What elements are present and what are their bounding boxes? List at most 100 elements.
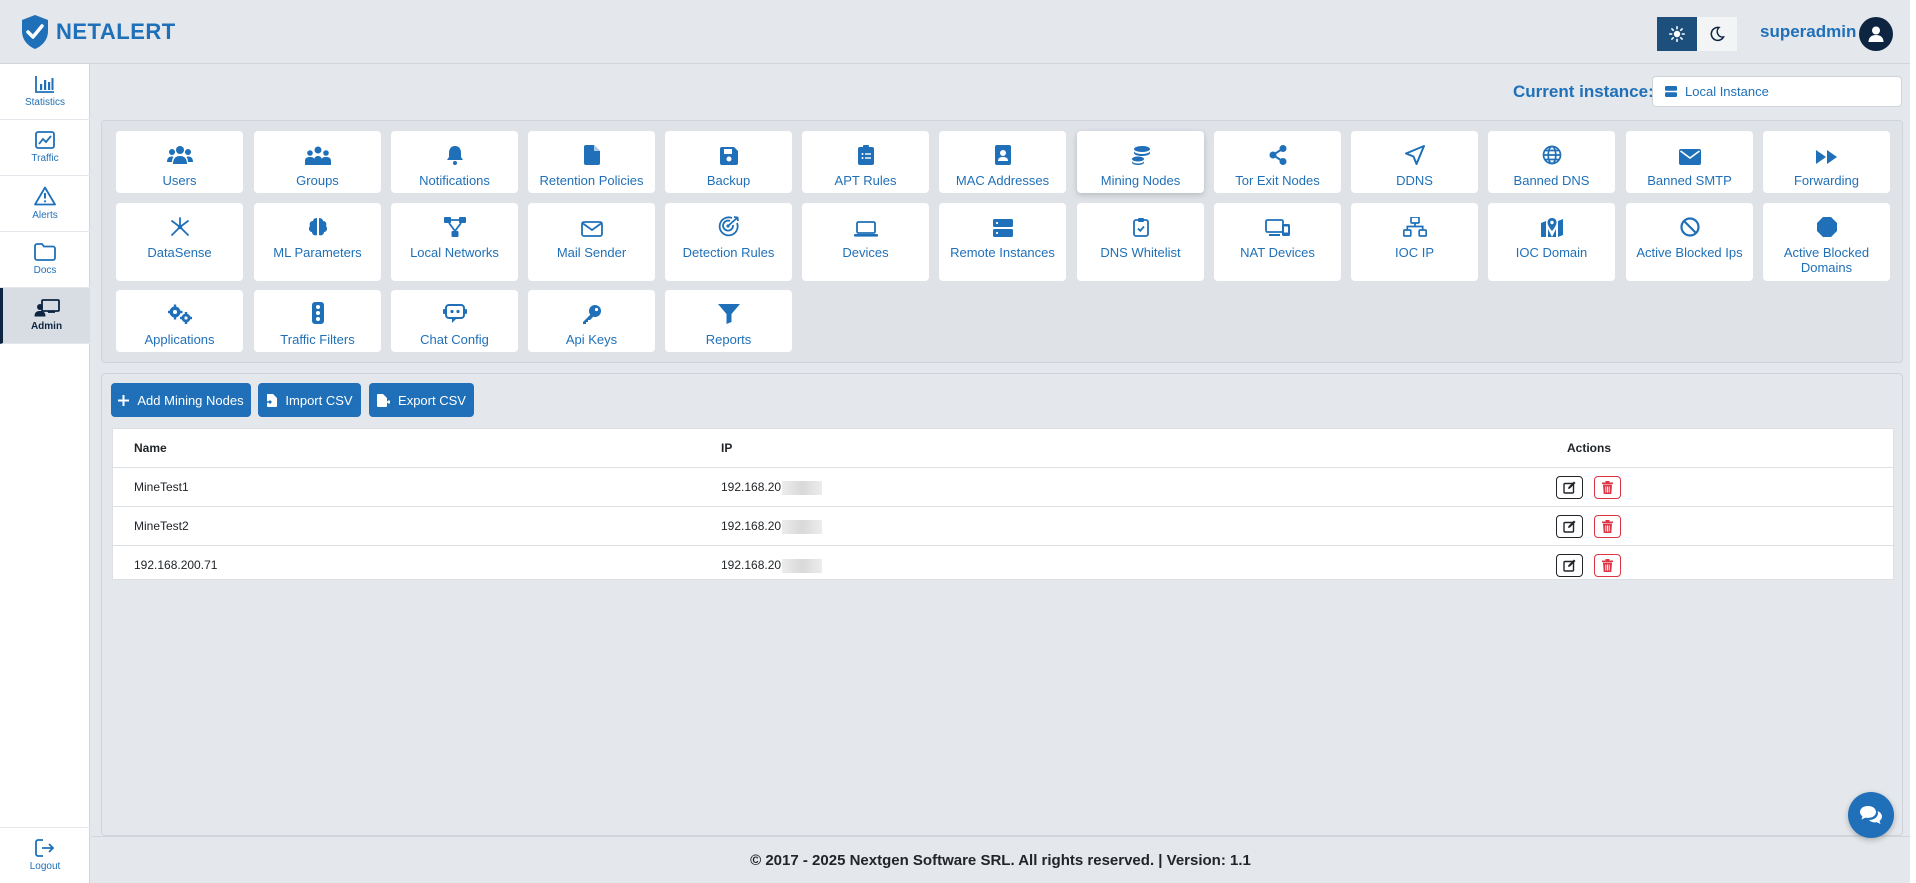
edit-button[interactable]: [1556, 554, 1583, 577]
tile-label: DataSense: [147, 245, 212, 260]
tile-devices[interactable]: Devices: [802, 203, 929, 281]
tile-apt-rules[interactable]: APT Rules: [802, 131, 929, 193]
file-import-icon: [266, 393, 278, 407]
tile-label: DDNS: [1396, 173, 1433, 188]
diagram-icon: [443, 217, 466, 237]
tile-traffic-filters[interactable]: Traffic Filters: [254, 290, 381, 352]
share-nodes-icon: [1269, 145, 1286, 165]
users-icon: [166, 146, 193, 164]
tile-mail-sender[interactable]: Mail Sender: [528, 203, 655, 281]
edit-button[interactable]: [1556, 515, 1583, 538]
tile-reports[interactable]: Reports: [665, 290, 792, 352]
tile-label: Remote Instances: [950, 245, 1055, 260]
node-name: MineTest1: [134, 480, 189, 494]
envelope-icon: [1678, 149, 1701, 165]
tile-banned-dns[interactable]: Banned DNS: [1488, 131, 1615, 193]
tile-groups[interactable]: Groups: [254, 131, 381, 193]
octagon-icon: [1816, 217, 1837, 237]
tile-mac-addresses[interactable]: MAC Addresses: [939, 131, 1066, 193]
tile-nat-devices[interactable]: NAT Devices: [1214, 203, 1341, 281]
tile-retention-policies[interactable]: Retention Policies: [528, 131, 655, 193]
gears-icon: [167, 304, 192, 324]
edit-icon: [1563, 520, 1576, 533]
delete-button[interactable]: [1594, 554, 1621, 577]
tile-label: Forwarding: [1793, 173, 1860, 188]
tile-ml-parameters[interactable]: ML Parameters: [254, 203, 381, 281]
tile-chat-config[interactable]: Chat Config: [391, 290, 518, 352]
tile-label: Groups: [296, 173, 339, 188]
shield-check-icon: [22, 14, 48, 49]
tile-notifications[interactable]: Notifications: [391, 131, 518, 193]
chat-button[interactable]: [1848, 792, 1894, 838]
edit-button[interactable]: [1556, 476, 1583, 499]
sidebar-item-alerts[interactable]: Alerts: [0, 176, 90, 232]
tile-remote-instances[interactable]: Remote Instances: [939, 203, 1066, 281]
add-mining-nodes-button[interactable]: Add Mining Nodes: [111, 383, 251, 417]
column-header-ip[interactable]: IP: [721, 441, 732, 455]
sidebar-item-admin[interactable]: Admin: [0, 288, 90, 344]
avatar[interactable]: [1859, 17, 1893, 51]
sun-icon: [1669, 26, 1685, 42]
instance-select[interactable]: Local Instance: [1652, 76, 1902, 107]
tile-detection-rules[interactable]: Detection Rules: [665, 203, 792, 281]
sidebar-item-traffic[interactable]: Traffic: [0, 120, 90, 176]
dark-theme-button[interactable]: [1697, 17, 1737, 51]
redacted-block: [782, 480, 823, 495]
export-csv-button[interactable]: Export CSV: [369, 383, 474, 417]
location-arrow-icon: [1404, 145, 1425, 165]
sidebar-item-statistics[interactable]: Statistics: [0, 64, 90, 120]
tile-local-networks[interactable]: Local Networks: [391, 203, 518, 281]
tile-users[interactable]: Users: [116, 131, 243, 193]
sidebar-item-docs[interactable]: Docs: [0, 232, 90, 288]
top-bar: NETALERT superadmin: [0, 0, 1916, 64]
tile-label: Local Networks: [410, 245, 499, 260]
username[interactable]: superadmin: [1760, 22, 1856, 42]
mining-nodes-table: Name IP Actions MineTest1 192.168.20 Min…: [112, 428, 1894, 580]
delete-button[interactable]: [1594, 515, 1621, 538]
column-header-name[interactable]: Name: [134, 441, 167, 455]
tile-dns-whitelist[interactable]: DNS Whitelist: [1077, 203, 1204, 281]
traffic-light-icon: [311, 302, 324, 324]
tile-ioc-domain[interactable]: IOC Domain: [1488, 203, 1615, 281]
bar-chart-icon: [35, 76, 54, 93]
tile-label: MAC Addresses: [955, 173, 1050, 188]
edit-icon: [1563, 481, 1576, 494]
light-theme-button[interactable]: [1657, 17, 1697, 51]
logout-button[interactable]: Logout: [0, 827, 90, 883]
admin-icon: [34, 299, 60, 317]
address-book-icon: [994, 145, 1011, 165]
tile-label: Users: [162, 173, 197, 188]
tile-datasense[interactable]: DataSense: [116, 203, 243, 281]
tile-active-blocked-domains[interactable]: Active Blocked Domains: [1763, 203, 1890, 281]
tile-label: Notifications: [419, 173, 490, 188]
warning-icon: [34, 186, 56, 206]
clipboard-check-icon: [1132, 218, 1149, 237]
tile-label: Reports: [705, 332, 752, 347]
tile-api-keys[interactable]: Api Keys: [528, 290, 655, 352]
delete-button[interactable]: [1594, 476, 1621, 499]
plus-icon: [118, 394, 130, 406]
tile-backup[interactable]: Backup: [665, 131, 792, 193]
tile-banned-smtp[interactable]: Banned SMTP: [1626, 131, 1753, 193]
tile-label: Chat Config: [420, 332, 489, 347]
scrollbar[interactable]: [1910, 0, 1916, 883]
tile-ioc-ip[interactable]: IOC IP: [1351, 203, 1478, 281]
footer-text: © 2017 - 2025 Nextgen Software SRL. All …: [750, 851, 1251, 869]
sidebar-item-label: Traffic: [31, 153, 59, 164]
bullseye-arrow-icon: [718, 216, 739, 237]
tile-tor-exit-nodes[interactable]: Tor Exit Nodes: [1214, 131, 1341, 193]
tile-label: IOC IP: [1394, 245, 1434, 260]
tile-applications[interactable]: Applications: [116, 290, 243, 352]
tile-ddns[interactable]: DDNS: [1351, 131, 1478, 193]
tile-forwarding[interactable]: Forwarding: [1763, 131, 1890, 193]
tile-mining-nodes[interactable]: Mining Nodes: [1077, 131, 1204, 193]
filter-icon: [717, 304, 740, 324]
ban-icon: [1679, 217, 1700, 237]
comments-icon: [1860, 806, 1882, 824]
tile-label: Backup: [706, 173, 751, 188]
brain-icon: [308, 218, 327, 236]
brand-logo[interactable]: NETALERT: [20, 14, 176, 50]
footer: © 2017 - 2025 Nextgen Software SRL. All …: [91, 836, 1910, 883]
tile-active-blocked-ips[interactable]: Active Blocked Ips: [1626, 203, 1753, 281]
import-csv-button[interactable]: Import CSV: [258, 383, 361, 417]
